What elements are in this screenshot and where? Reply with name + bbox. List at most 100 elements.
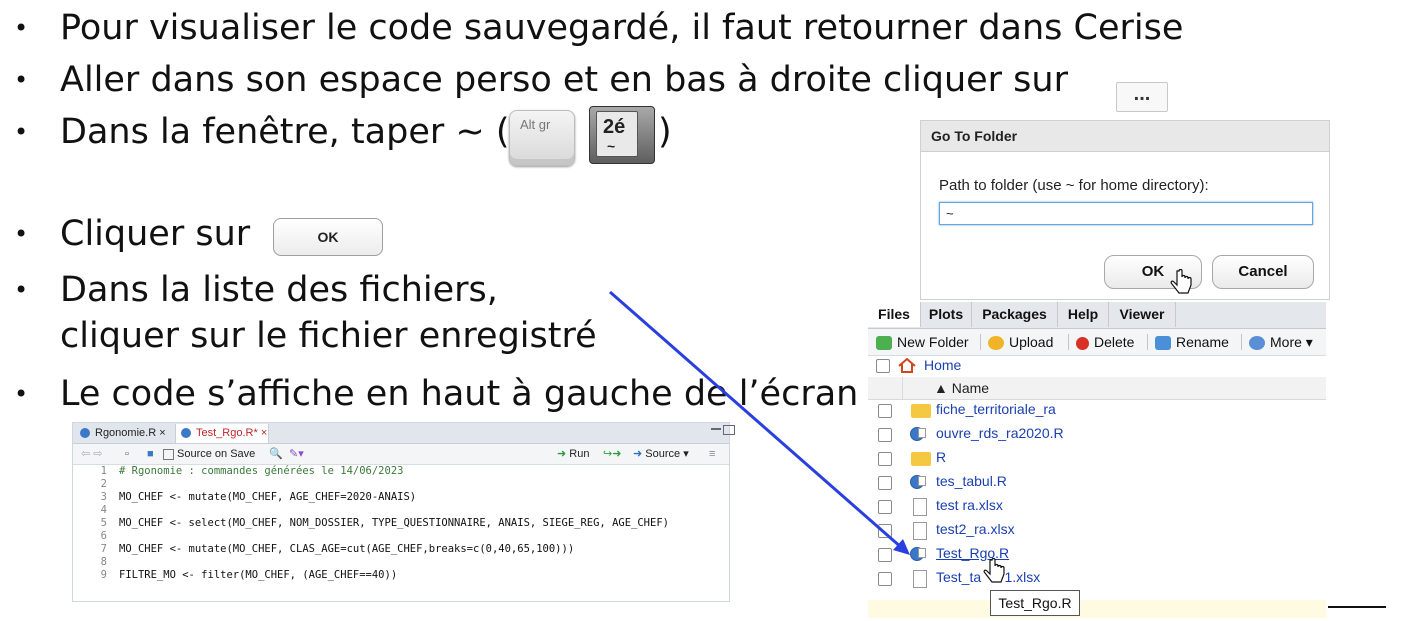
row-checkbox[interactable]	[878, 500, 892, 514]
close-paren-text: )	[658, 112, 672, 152]
source-button[interactable]: ➜ Source ▾	[633, 447, 689, 461]
tab-rgonomie[interactable]: Rgonomie.R ×	[75, 424, 173, 443]
file-name[interactable]: R	[936, 449, 946, 465]
document-icon	[913, 498, 927, 516]
bullet-text: Dans la fenêtre, taper ~ (	[60, 112, 510, 152]
tab-plots[interactable]: Plots	[921, 302, 972, 327]
run-button[interactable]: ➜ Run	[557, 447, 589, 461]
breadcrumb: Home	[868, 355, 1326, 378]
key-2e-label: 2é	[603, 116, 626, 138]
file-name[interactable]: tes_tabul.R	[936, 473, 1007, 489]
key-2e-tilde: ~	[607, 138, 616, 154]
folder-icon	[911, 452, 931, 466]
file-name[interactable]: fiche_territoriale_ra	[936, 401, 1056, 417]
minimize-icon[interactable]	[711, 428, 721, 430]
hand-cursor-icon	[983, 558, 1005, 583]
file-row[interactable]: R	[868, 447, 1326, 471]
altgr-key-label: Alt gr	[520, 117, 551, 132]
run-label: Run	[569, 448, 590, 460]
row-checkbox[interactable]	[878, 428, 892, 442]
row-checkbox[interactable]	[878, 572, 892, 586]
tab-help[interactable]: Help	[1058, 302, 1109, 327]
row-checkbox[interactable]	[878, 452, 892, 466]
tab-label: Test_Rgo.R*	[196, 427, 258, 439]
editor-toolbar: ⇦ ⇨ ▫ ■ Source on Save 🔍 ✎▾ ➜ Run ↪➜ ➜ S…	[73, 444, 729, 465]
show-in-window-icon[interactable]: ▫	[125, 447, 129, 461]
file-row-selected[interactable]: Test_Rgo.R	[868, 543, 1326, 567]
bullet-text: Dans la liste des fichiers,	[60, 270, 498, 310]
line-number: 7	[100, 543, 107, 555]
file-name[interactable]: test ra.xlsx	[936, 497, 1003, 513]
go-to-folder-dialog: Go To Folder Path to folder (use ~ for h…	[920, 120, 1330, 300]
folder-icon	[911, 404, 931, 418]
tab-viewer[interactable]: Viewer	[1109, 302, 1176, 327]
source-on-save-toggle[interactable]: Source on Save	[163, 447, 255, 461]
new-folder-icon	[876, 336, 892, 351]
key-2e-face: 2é ~	[596, 111, 638, 157]
outline-icon[interactable]: ≡	[709, 447, 715, 461]
bullet-3: • Dans la fenêtre, taper ~ (	[14, 112, 509, 152]
toolbar-divider	[1241, 334, 1242, 350]
source-on-save-checkbox[interactable]	[163, 448, 174, 460]
toolbar-divider	[1147, 334, 1148, 350]
row-checkbox[interactable]	[878, 548, 892, 562]
home-icon	[898, 358, 916, 373]
upload-button[interactable]: Upload	[988, 333, 1053, 351]
line-number: 4	[100, 504, 107, 516]
key-2e-image: 2é ~	[589, 106, 655, 164]
row-checkbox[interactable]	[878, 524, 892, 538]
new-folder-button[interactable]: New Folder	[876, 333, 969, 351]
row-checkbox[interactable]	[878, 404, 892, 418]
file-row[interactable]: test2_ra.xlsx	[868, 519, 1326, 543]
file-row[interactable]: tes_tabul.R	[868, 471, 1326, 495]
hand-cursor-icon	[1170, 269, 1192, 294]
file-row[interactable]: fiche_territoriale_ra	[868, 399, 1326, 423]
code-text: MO_CHEF <- mutate(MO_CHEF, CLAS_AGE=cut(…	[119, 543, 575, 555]
select-all-checkbox[interactable]	[876, 359, 890, 373]
save-icon[interactable]: ■	[147, 447, 154, 461]
dialog-cancel-button[interactable]: Cancel	[1212, 255, 1314, 289]
tab-packages[interactable]: Packages	[972, 302, 1058, 327]
name-column-header[interactable]: ▲ Name	[868, 377, 1326, 400]
rename-label: Rename	[1176, 334, 1229, 350]
back-forward-icon[interactable]: ⇦ ⇨	[81, 447, 103, 461]
line-number: 5	[100, 517, 107, 529]
file-name[interactable]: test2_ra.xlsx	[936, 521, 1015, 537]
rename-button[interactable]: Rename	[1155, 333, 1229, 351]
row-checkbox[interactable]	[878, 476, 892, 490]
search-icon[interactable]: 🔍	[269, 447, 283, 461]
more-options-button[interactable]: ...	[1116, 82, 1168, 112]
source-on-save-label: Source on Save	[177, 448, 256, 460]
more-menu-button[interactable]: More ▾	[1249, 333, 1313, 351]
line-number: 6	[100, 530, 107, 542]
file-row[interactable]: ouvre_rds_ra2020.R	[868, 423, 1326, 447]
r-file-icon	[910, 547, 926, 561]
delete-button[interactable]: Delete	[1076, 333, 1134, 351]
file-name[interactable]: ouvre_rds_ra2020.R	[936, 425, 1064, 441]
bullet-text: Cliquer sur	[60, 214, 251, 254]
code-text: MO_CHEF <- mutate(MO_CHEF, AGE_CHEF=2020…	[119, 491, 417, 503]
delete-icon	[1076, 336, 1089, 350]
path-input[interactable]: ~	[939, 202, 1313, 225]
ok-button-illustration[interactable]: OK	[273, 218, 383, 256]
toolbar-divider	[1068, 334, 1069, 350]
wand-icon[interactable]: ✎▾	[289, 447, 304, 461]
bullet-2: • Aller dans son espace perso et en bas à…	[14, 60, 1068, 100]
rerun-icon[interactable]: ↪➜	[603, 447, 621, 461]
code-text: # Rgonomie : commandes générées le 14/06…	[119, 465, 404, 477]
line-number: 2	[100, 478, 107, 490]
maximize-icon[interactable]	[723, 425, 735, 435]
file-row[interactable]: Test_ta 1.xlsx	[868, 567, 1326, 591]
code-text: FILTRE_MO <- filter(MO_CHEF, (AGE_CHEF==…	[119, 569, 398, 581]
tab-files[interactable]: Files	[868, 302, 921, 327]
upload-icon	[988, 336, 1004, 351]
source-editor: Rgonomie.R × Test_Rgo.R* × ⇦ ⇨ ▫ ■ Sourc…	[72, 422, 735, 602]
bullet-dot: •	[14, 380, 29, 408]
file-row[interactable]: test ra.xlsx	[868, 495, 1326, 519]
line-number: 3	[100, 491, 107, 503]
tab-test-rgo[interactable]: Test_Rgo.R* ×	[175, 424, 269, 443]
breadcrumb-home[interactable]: Home	[924, 357, 961, 373]
line-number: 9	[100, 569, 107, 581]
r-file-icon	[910, 427, 926, 441]
new-folder-label: New Folder	[897, 334, 969, 350]
